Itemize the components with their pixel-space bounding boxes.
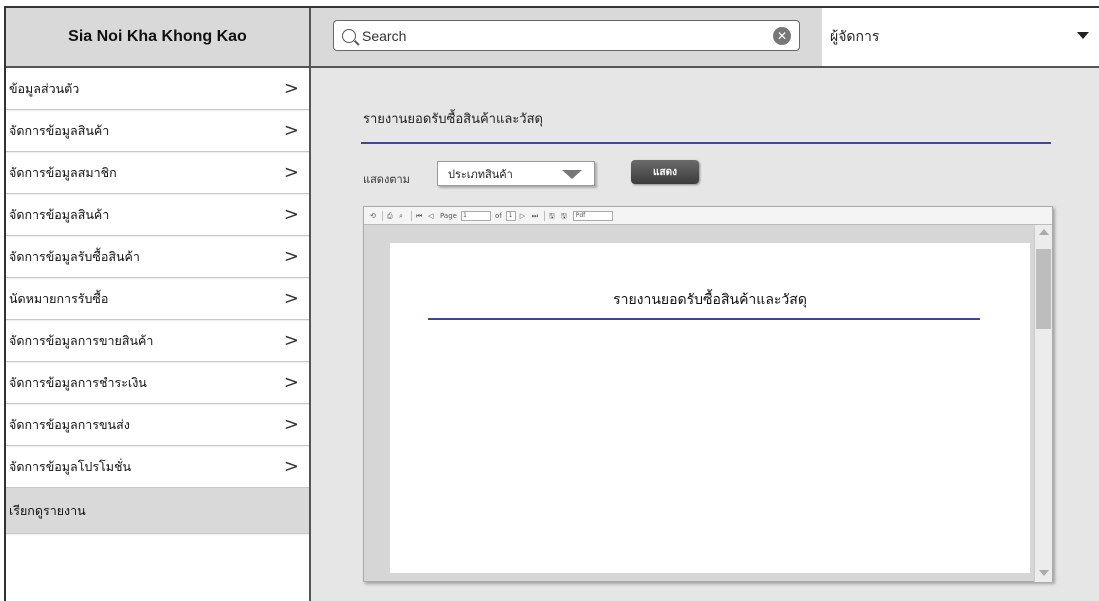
chevron-right-icon: > xyxy=(283,456,299,477)
filter-select-value: ประเภทสินค้า xyxy=(448,167,513,181)
chevron-right-icon: > xyxy=(283,330,299,351)
sidebar-item-products-2[interactable]: จัดการข้อมูลสินค้า > xyxy=(6,194,309,236)
sidebar-item-purchasing[interactable]: จัดการข้อมูลรับซื้อสินค้า > xyxy=(6,236,309,278)
sidebar-item-label: นัดหมายการรับซื้อ xyxy=(9,290,109,306)
scroll-up-icon[interactable] xyxy=(1039,229,1049,235)
export-format-select[interactable]: Pdf xyxy=(572,210,613,221)
top-bar: ✕ ผู้จัดการ xyxy=(311,8,1099,68)
total-pages: 1 xyxy=(505,210,516,221)
print-icon[interactable]: ⎙ xyxy=(387,212,395,220)
page-title: รายงานยอดรับซื้อสินค้าและวัสดุ xyxy=(363,112,543,127)
sidebar-item-label: เรียกดูรายงาน xyxy=(9,502,86,518)
sidebar-item-label: จัดการข้อมูลการขายสินค้า xyxy=(9,332,154,348)
toolbar-divider xyxy=(543,210,545,221)
find-icon[interactable]: ⌕ xyxy=(399,212,407,220)
search-icon xyxy=(342,28,356,43)
sidebar-item-reports[interactable]: เรียกดูรายงาน xyxy=(6,488,309,534)
page-label: Page xyxy=(440,211,457,220)
sidebar-item-label: จัดการข้อมูลสินค้า xyxy=(9,122,110,138)
sidebar-item-promotions[interactable]: จัดการข้อมูลโปรโมชั่น > xyxy=(6,446,309,488)
page-input[interactable]: 1 xyxy=(460,210,491,221)
of-label: of xyxy=(494,211,502,220)
sidebar-item-members[interactable]: จัดการข้อมูลสมาชิก > xyxy=(6,152,309,194)
sidebar-item-label: จัดการข้อมูลรับซื้อสินค้า xyxy=(9,248,140,264)
role-dropdown[interactable]: ผู้จัดการ xyxy=(822,8,1099,66)
sidebar-item-label: จัดการข้อมูลสมาชิก xyxy=(9,164,117,180)
scroll-thumb[interactable] xyxy=(1036,249,1051,329)
filter-label: แสดงตาม xyxy=(363,173,410,186)
chevron-right-icon: > xyxy=(283,162,299,183)
chevron-right-icon: > xyxy=(283,78,299,99)
sidebar-item-label: จัดการข้อมูลการชำระเงิน xyxy=(9,374,147,390)
first-page-icon[interactable]: ⏮ xyxy=(416,212,424,220)
sidebar-item-profile[interactable]: ข้อมูลส่วนตัว > xyxy=(6,68,309,110)
next-page-icon[interactable]: ▷ xyxy=(520,212,528,220)
chevron-right-icon: > xyxy=(283,204,299,225)
role-label: ผู้จัดการ xyxy=(830,29,880,45)
export-icon[interactable]: 🖫 xyxy=(561,212,569,220)
app-frame: Sia Noi Kha Khong Kao ข้อมูลส่วนตัว > จั… xyxy=(4,6,1099,601)
chevron-right-icon: > xyxy=(283,246,299,267)
caret-down-icon xyxy=(1077,32,1089,39)
sidebar-item-appointments[interactable]: นัดหมายการรับซื้อ > xyxy=(6,278,309,320)
title-divider xyxy=(361,142,1051,144)
app-title: Sia Noi Kha Khong Kao xyxy=(6,8,309,68)
search-box: ✕ xyxy=(333,20,800,51)
search-input[interactable] xyxy=(362,27,762,44)
sidebar-item-label: ข้อมูลส่วนตัว xyxy=(9,80,80,96)
sidebar-item-label: จัดการข้อมูลการขนส่ง xyxy=(9,416,130,432)
report-page: รายงานยอดรับซื้อสินค้าและวัสดุ xyxy=(390,243,1030,573)
chevron-right-icon: > xyxy=(283,372,299,393)
chevron-right-icon: > xyxy=(283,120,299,141)
sidebar-item-sales[interactable]: จัดการข้อมูลการขายสินค้า > xyxy=(6,320,309,362)
sidebar: Sia Noi Kha Khong Kao ข้อมูลส่วนตัว > จั… xyxy=(6,8,311,601)
report-page-divider xyxy=(428,318,980,320)
sidebar-item-label: จัดการข้อมูลโปรโมชั่น xyxy=(9,458,132,474)
prev-page-icon[interactable]: ◁ xyxy=(428,212,436,220)
chevron-right-icon: > xyxy=(283,288,299,309)
sidebar-item-payments[interactable]: จัดการข้อมูลการชำระเงิน > xyxy=(6,362,309,404)
viewer-toolbar: ⟲ ⎙ ⌕ ⏮ ◁ Page 1 of 1 ▷ ⏭ 🖫 🖫 Pdf xyxy=(364,207,1052,225)
viewer-scrollbar[interactable] xyxy=(1034,225,1052,582)
dropdown-arrow-icon xyxy=(562,170,582,179)
clear-search-icon[interactable]: ✕ xyxy=(773,27,791,45)
scroll-down-icon[interactable] xyxy=(1039,570,1049,576)
show-report-button[interactable]: แสดง xyxy=(631,160,699,184)
refresh-icon[interactable]: ⟲ xyxy=(370,212,378,220)
report-page-title: รายงานยอดรับซื้อสินค้าและวัสดุ xyxy=(613,292,807,308)
toolbar-divider xyxy=(411,210,412,221)
main-content: รายงานยอดรับซื้อสินค้าและวัสดุ แสดงตาม ป… xyxy=(311,68,1099,601)
sidebar-item-shipping[interactable]: จัดการข้อมูลการขนส่ง > xyxy=(6,404,309,446)
sidebar-item-products[interactable]: จัดการข้อมูลสินค้า > xyxy=(6,110,309,152)
chevron-right-icon: > xyxy=(283,414,299,435)
filter-select[interactable]: ประเภทสินค้า xyxy=(437,161,595,186)
toolbar-divider xyxy=(382,210,383,221)
sidebar-item-label: จัดการข้อมูลสินค้า xyxy=(9,206,110,222)
report-viewer: ⟲ ⎙ ⌕ ⏮ ◁ Page 1 of 1 ▷ ⏭ 🖫 🖫 Pdf รายงาน… xyxy=(363,206,1053,582)
last-page-icon[interactable]: ⏭ xyxy=(532,212,540,220)
save-icon[interactable]: 🖫 xyxy=(549,212,557,220)
